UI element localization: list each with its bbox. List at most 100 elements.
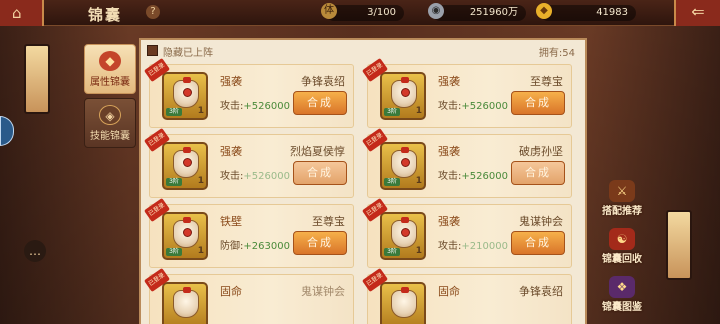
- bag-collection-button[interactable]: ❖ 锦囊图鉴: [595, 276, 649, 313]
- hero-name: 烈焰夏侯惇: [290, 145, 345, 158]
- bag-item-frame[interactable]: 3阶 1: [162, 72, 208, 120]
- recycle-icon: ☯: [609, 228, 635, 250]
- hero-name: 鬼谋钟会: [301, 285, 345, 298]
- bag-card[interactable]: 3阶 1 已登录 强袭 鬼谋钟会 攻击:+210000 合成: [361, 197, 572, 268]
- bag-tie-icon: [401, 77, 409, 83]
- stat-value: +263000: [243, 241, 290, 252]
- item-count: 1: [415, 106, 422, 116]
- bag-item-frame[interactable]: 3阶 1: [380, 142, 426, 190]
- collection-icon: ❖: [609, 276, 635, 298]
- combine-button[interactable]: 合成: [293, 91, 347, 115]
- bag-tie-icon: [183, 77, 191, 83]
- combine-button[interactable]: 合成: [293, 231, 347, 255]
- bag-recycle-button[interactable]: ☯ 锦囊回收: [595, 228, 649, 265]
- seal-icon: [183, 88, 192, 97]
- bag-item-frame[interactable]: 3阶 1: [162, 212, 208, 260]
- hero-name: 破虏孙坚: [519, 145, 563, 158]
- silver-display: 251960万: [432, 5, 526, 21]
- item-count: 1: [415, 176, 422, 186]
- stat-label: 防御:: [220, 241, 244, 252]
- bag-name: 固命: [220, 285, 242, 298]
- combine-button[interactable]: 合成: [511, 91, 565, 115]
- bag-card[interactable]: 3阶 1 已登录 强袭 争锋袁绍 攻击:+526000 合成: [143, 57, 354, 128]
- seal-icon: [401, 158, 410, 167]
- grade-badge: 3阶: [384, 248, 400, 256]
- seal-icon: [183, 158, 192, 167]
- bag-card[interactable]: 3阶 1 已登录 铁壁 至尊宝 防御:+263000 合成: [143, 197, 354, 268]
- combine-button[interactable]: 合成: [511, 161, 565, 185]
- stat-label: 攻击:: [438, 241, 462, 252]
- bag-stat: 攻击:+526000: [438, 97, 508, 112]
- combine-button[interactable]: 合成: [511, 231, 565, 255]
- grade-badge: 3阶: [166, 248, 182, 256]
- gold-ingot-icon: ◆: [536, 3, 552, 19]
- bag-item-frame[interactable]: 3阶 1: [380, 72, 426, 120]
- bag-name: 强袭: [220, 145, 242, 158]
- home-icon: ⌂: [12, 4, 22, 22]
- bag-card[interactable]: 3阶 1 已登录 强袭 烈焰夏侯惇 攻击:+526000 合成: [143, 127, 354, 198]
- item-count: 1: [197, 246, 204, 256]
- bag-card[interactable]: 已登录 固命 争锋袁绍: [361, 267, 572, 324]
- panel-header: 隐藏已上阵 拥有:54: [145, 44, 581, 59]
- stat-label: 攻击:: [220, 171, 244, 182]
- seal-icon: [401, 88, 410, 97]
- grade-badge: 3阶: [166, 178, 182, 186]
- chat-icon: …: [29, 244, 41, 258]
- stat-label: 攻击:: [220, 101, 244, 112]
- bag-item-frame[interactable]: [380, 282, 426, 324]
- bag-stat: 攻击:+526000: [220, 167, 290, 182]
- stat-label: 攻击:: [438, 171, 462, 182]
- seal-icon: [401, 228, 410, 237]
- item-count: 1: [197, 176, 204, 186]
- lantern-left: [24, 44, 50, 114]
- tab-label: 技能锦囊: [90, 131, 130, 142]
- stat-value: +526000: [461, 101, 508, 112]
- bag-name: 铁壁: [220, 215, 242, 228]
- skill-bag-icon: ◈: [99, 105, 121, 125]
- tab-attribute-bags[interactable]: ◆ 属性锦囊: [84, 44, 136, 94]
- bag-stat: 攻击:+526000: [438, 167, 508, 182]
- stamina-display: 3/100: [326, 5, 404, 21]
- chat-button[interactable]: …: [24, 240, 46, 262]
- item-count: 1: [197, 106, 204, 116]
- stamina-icon: 体: [321, 3, 337, 19]
- help-button[interactable]: ?: [146, 5, 160, 19]
- back-button[interactable]: ⇐: [674, 0, 720, 26]
- match-recommend-button[interactable]: ⚔ 搭配推荐: [595, 180, 649, 217]
- combine-button[interactable]: 合成: [293, 161, 347, 185]
- bag-card[interactable]: 已登录 固命 鬼谋钟会: [143, 267, 354, 324]
- tab-label: 属性锦囊: [90, 77, 130, 88]
- stat-value: +526000: [243, 101, 290, 112]
- bag-item-frame[interactable]: 3阶 1: [162, 142, 208, 190]
- bag-tie-icon: [183, 147, 191, 153]
- page-title: 锦囊: [88, 6, 123, 24]
- owned-count: 拥有:54: [538, 48, 575, 59]
- bag-item-frame[interactable]: 3阶 1: [380, 212, 426, 260]
- bag-item-frame[interactable]: [162, 282, 208, 324]
- bag-stat: 攻击:+526000: [220, 97, 290, 112]
- bag-card[interactable]: 3阶 1 已登录 强袭 破虏孙坚 攻击:+526000 合成: [361, 127, 572, 198]
- grade-badge: 3阶: [166, 108, 182, 116]
- stat-value: +526000: [461, 171, 508, 182]
- bag-tie-icon: [183, 287, 191, 293]
- bag-list-panel: 隐藏已上阵 拥有:54 3阶 1 已登录 强袭 争锋袁绍 攻击:+526000 …: [139, 38, 587, 324]
- bag-card[interactable]: 3阶 1 已登录 强袭 至尊宝 攻击:+526000 合成: [361, 57, 572, 128]
- bag-tie-icon: [401, 287, 409, 293]
- bag-stat: 防御:+263000: [220, 237, 290, 252]
- hide-equipped-checkbox[interactable]: [147, 45, 158, 56]
- item-count: 1: [415, 246, 422, 256]
- stat-value: +526000: [243, 171, 290, 182]
- gold-display: 41983: [540, 5, 636, 21]
- tab-skill-bags[interactable]: ◈ 技能锦囊: [84, 98, 136, 148]
- bag-name: 强袭: [438, 75, 460, 88]
- side-button-label: 锦囊回收: [602, 254, 642, 265]
- attribute-bag-icon: ◆: [99, 51, 121, 71]
- sword-icon: ⚔: [609, 180, 635, 202]
- bag-icon: [391, 290, 417, 318]
- stat-label: 攻击:: [438, 101, 462, 112]
- bag-stat: 攻击:+210000: [438, 237, 508, 252]
- silver-value: 251960万: [469, 7, 518, 18]
- home-button[interactable]: ⌂: [0, 0, 44, 26]
- bag-tie-icon: [401, 147, 409, 153]
- stamina-value: 3/100: [367, 7, 396, 18]
